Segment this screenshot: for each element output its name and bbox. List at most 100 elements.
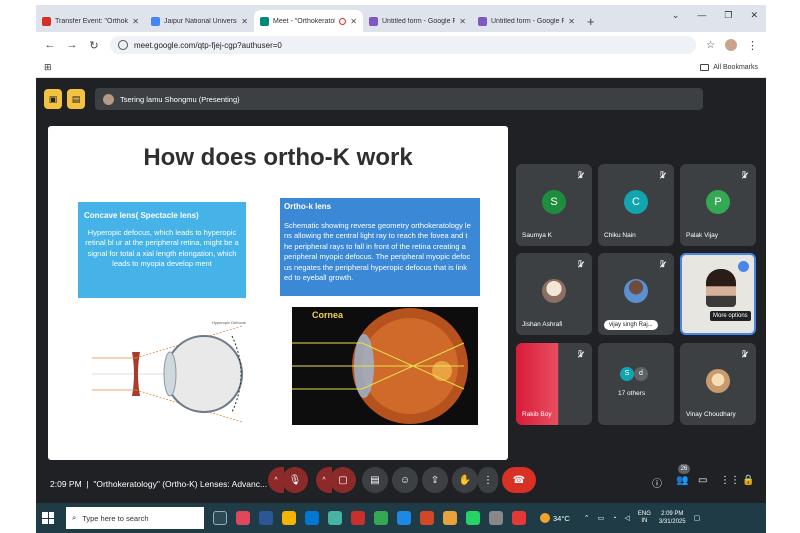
close-tab-icon[interactable]: ✕ — [350, 17, 357, 26]
participant-name: Rakib Boy — [522, 411, 552, 418]
people-count-badge: 26 — [678, 464, 690, 474]
orthok-lens-body: Schematic showing reverse geometry ortho… — [284, 220, 471, 283]
leave-call-button[interactable]: ☎ — [502, 467, 536, 493]
participant-name: Jishan Ashrafi — [522, 321, 563, 328]
volume-icon[interactable]: ◁ — [625, 514, 630, 522]
settings-icon[interactable] — [489, 511, 503, 525]
tab-search-icon[interactable]: ⌄ — [672, 10, 680, 21]
raise-hand-button[interactable]: ✋ — [452, 467, 478, 493]
task-view-icon[interactable] — [213, 511, 227, 525]
presenter-label: Tsering lamu Shongmu (Presenting) — [120, 94, 240, 104]
activities-icon[interactable]: ⋮⋮ — [720, 475, 740, 486]
reload-icon[interactable]: ↻ — [88, 39, 100, 52]
whatsapp-icon[interactable] — [466, 511, 480, 525]
tab-google-forms-2[interactable]: Untitled form - Google Forms ✕ — [472, 10, 581, 32]
network-icon[interactable]: ◔ — [612, 515, 616, 522]
back-icon[interactable]: ← — [44, 39, 56, 51]
stop-presenting-icon[interactable]: ▣ — [44, 89, 62, 109]
windows-taskbar: ⌕ Type here to search 34°C ⌃ ▭ ◔ ◁ ENG I… — [36, 503, 766, 533]
sun-icon — [540, 513, 550, 523]
weather-widget[interactable]: 34°C — [540, 513, 570, 523]
close-tab-icon[interactable]: ✕ — [568, 17, 575, 26]
close-tab-icon[interactable]: ✕ — [132, 17, 139, 26]
browser-menu-icon[interactable]: ⋮ — [747, 39, 758, 52]
orthok-lens-heading: Ortho-k lens — [284, 202, 332, 211]
participant-tile-active-speaker[interactable]: More options — [680, 253, 756, 335]
edge-icon[interactable] — [305, 511, 319, 525]
close-tab-icon[interactable]: ✕ — [241, 17, 248, 26]
chat-icon[interactable]: ▭ — [698, 475, 707, 486]
photos-icon[interactable] — [282, 511, 296, 525]
mail-icon[interactable] — [351, 511, 365, 525]
tab-transfer-event[interactable]: Transfer Event: "Orthokeratolog ✕ — [36, 10, 145, 32]
shared-slide: How does ortho-K work Concave lens( Spec… — [48, 126, 508, 460]
participant-tile[interactable]: 🎙 Jishan Ashrafi — [516, 253, 592, 335]
concave-lens-body: Hyperopic defocus, which leads to hypero… — [85, 227, 239, 269]
taskbar-search-box[interactable]: ⌕ Type here to search — [66, 507, 204, 529]
participant-tile[interactable]: 🎙 Rakib Boy — [516, 343, 592, 425]
participant-name: vijay singh Raj... — [604, 320, 658, 330]
presentation-banner: ▣ ▤ Tsering lamu Shongmu (Presenting) — [44, 88, 703, 110]
language-indicator[interactable]: ENG IN — [638, 511, 651, 525]
present-screen-button[interactable]: ⇪ — [422, 467, 448, 493]
camera-toggle-button[interactable]: ▢ — [330, 467, 356, 493]
notification-icon[interactable]: ▢ — [694, 514, 701, 522]
battery-icon[interactable]: ▭ — [598, 514, 605, 522]
participant-tile[interactable]: 🎙 P Palak Vijay — [680, 164, 756, 246]
tab-jaipur-calendar[interactable]: Jaipur National University - Cal ✕ — [145, 10, 254, 32]
meeting-details-icon[interactable]: ⓘ — [652, 475, 662, 490]
present-options-icon[interactable]: ▤ — [67, 89, 85, 109]
clock-time: 2:09 PM — [661, 511, 684, 517]
participant-tile[interactable]: 🎙 C Chiku Nain — [598, 164, 674, 246]
bookmark-star-icon[interactable]: ☆ — [706, 40, 715, 51]
new-tab-icon[interactable]: + — [587, 14, 595, 29]
app-icon[interactable] — [397, 511, 411, 525]
lang-code: ENG — [637, 511, 651, 517]
all-bookmarks-button[interactable]: All Bookmarks — [700, 64, 758, 71]
participant-name: Saumya K — [522, 232, 552, 239]
participant-tile[interactable]: 🎙 vijay singh Raj... — [598, 253, 674, 335]
site-info-icon[interactable] — [118, 40, 128, 50]
participant-tile[interactable]: 🎙 Vinay Choudhary — [680, 343, 756, 425]
meeting-title: "Orthokeratology" (Ortho-K) Lenses: Adva… — [93, 479, 268, 489]
minimize-icon[interactable]: — — [697, 10, 706, 21]
maximize-icon[interactable]: ❐ — [724, 10, 732, 21]
more-options-button[interactable]: ⋮ — [478, 467, 498, 493]
emoji-reaction-button[interactable]: ☺ — [392, 467, 418, 493]
app-icon[interactable] — [512, 511, 526, 525]
tray-overflow-icon[interactable]: ⌃ — [584, 514, 590, 522]
people-icon[interactable]: 👥 — [676, 475, 688, 486]
presenter-avatar — [103, 93, 114, 105]
captions-button[interactable]: ▤ — [362, 467, 388, 493]
close-window-icon[interactable]: ✕ — [750, 10, 758, 21]
participant-initial: S — [542, 190, 566, 214]
powerpoint-icon[interactable] — [420, 511, 434, 525]
windows-start-icon[interactable] — [42, 512, 54, 524]
tab-google-forms-1[interactable]: Untitled form - Google Forms ✕ — [363, 10, 472, 32]
participant-initial: P — [706, 190, 730, 214]
participant-photo — [542, 279, 566, 303]
app-icon[interactable] — [236, 511, 250, 525]
taskbar-clock[interactable]: 2:09 PM 3/31/2025 — [659, 510, 686, 526]
participant-initial: C — [624, 190, 648, 214]
more-options-tooltip[interactable]: More options — [710, 311, 751, 321]
close-tab-icon[interactable]: ✕ — [459, 17, 466, 26]
speaking-indicator-icon — [738, 261, 749, 272]
mic-toggle-button[interactable]: 🎙 — [282, 467, 308, 493]
others-tile[interactable]: S d 17 others — [598, 343, 674, 425]
apps-grid-icon[interactable]: ⊞ — [44, 62, 52, 73]
participant-name: Palak Vijay — [686, 232, 719, 239]
participant-name: Chiku Nain — [604, 232, 636, 239]
participant-tile[interactable]: 🎙 S Saumya K — [516, 164, 592, 246]
profile-avatar[interactable] — [725, 39, 737, 51]
concave-lens-eye-diagram: Hyperopic Defocus — [92, 320, 246, 423]
address-bar[interactable]: meet.google.com/qtp-fjej-cgp?authuser=0 — [110, 36, 697, 54]
search-placeholder: Type here to search — [82, 513, 149, 523]
host-controls-icon[interactable]: 🔒 — [742, 475, 754, 486]
word-icon[interactable] — [259, 511, 273, 525]
tab-meet[interactable]: Meet - "Orthokeratology" ✕ — [254, 10, 363, 32]
chrome-icon[interactable] — [374, 511, 388, 525]
forward-icon[interactable]: → — [66, 39, 78, 51]
file-explorer-icon[interactable] — [443, 511, 457, 525]
app-icon[interactable] — [328, 511, 342, 525]
